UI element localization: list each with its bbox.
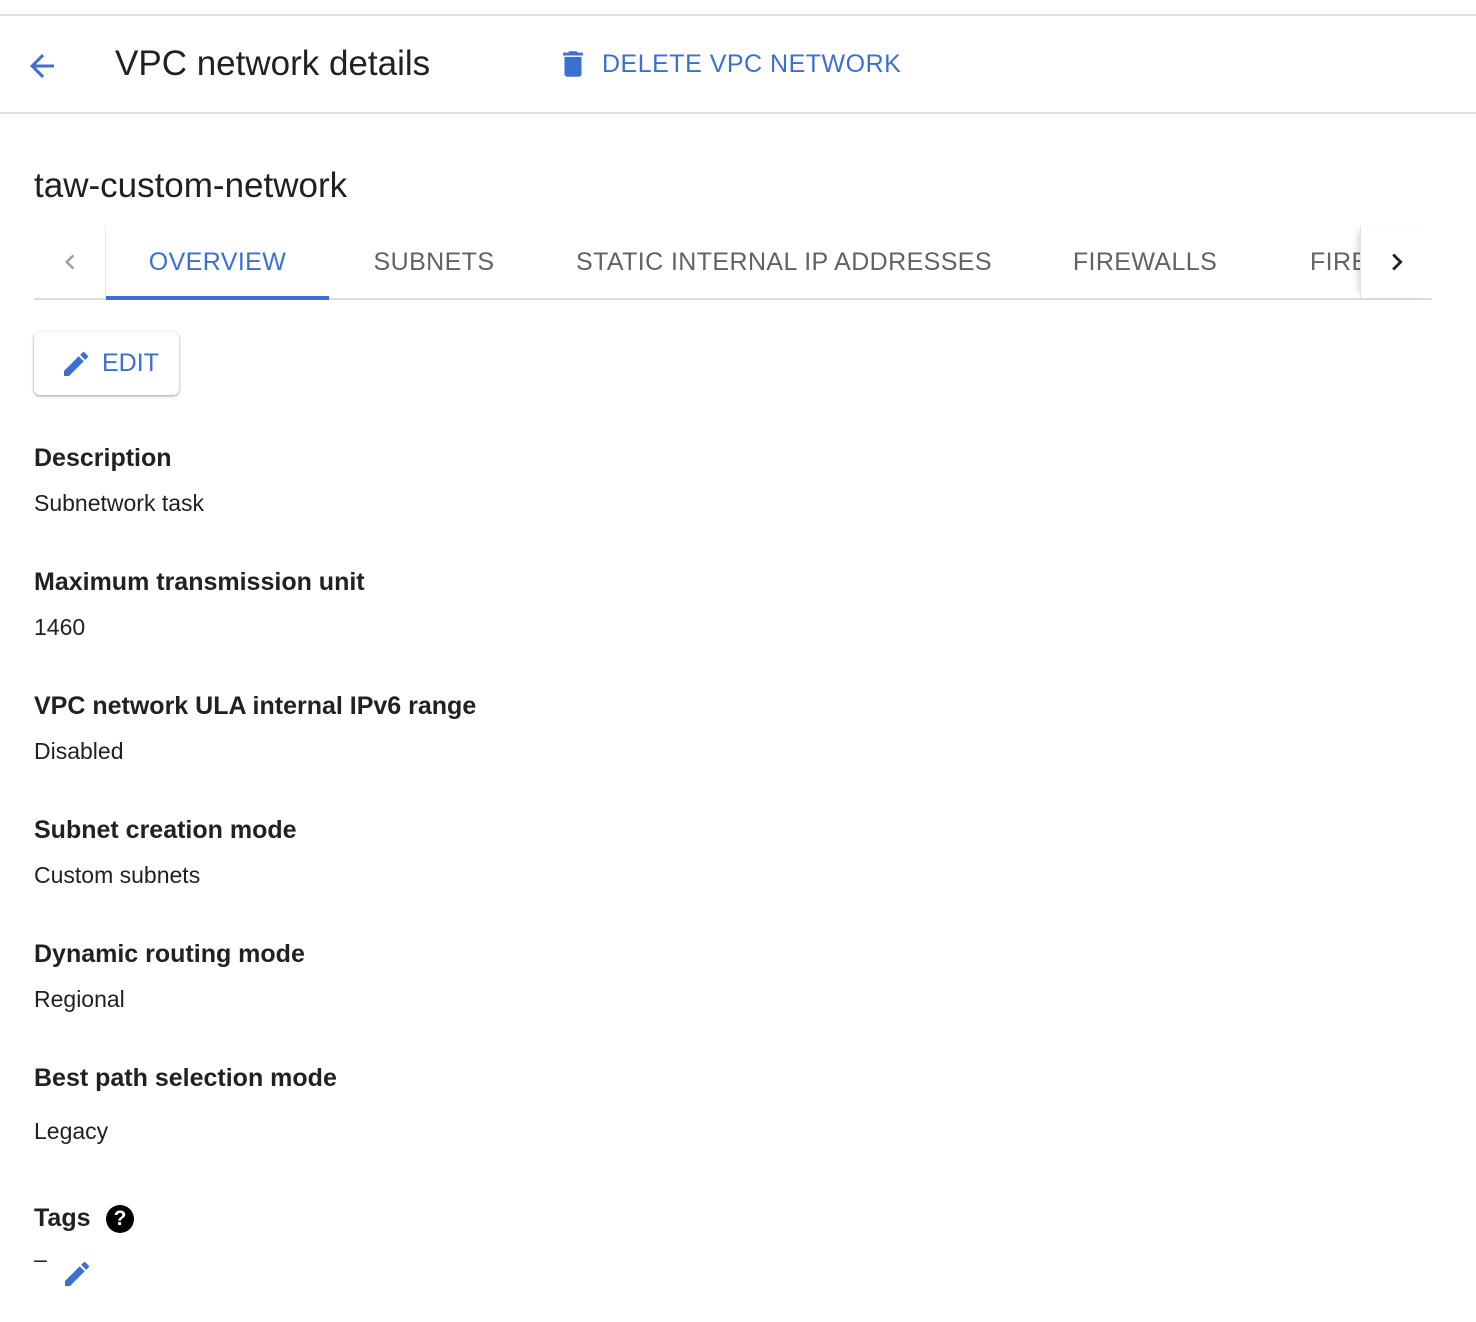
- best-path-selection-mode-label: Best path selection mode: [34, 1064, 337, 1092]
- tab-firewalls[interactable]: FIREWALLS: [1029, 226, 1261, 298]
- subnet-creation-mode-value: Custom subnets: [34, 862, 201, 888]
- tab-scroll-right-button[interactable]: [1360, 226, 1432, 298]
- chevron-right-icon: [1391, 253, 1403, 271]
- tab-static-internal-ip-addresses[interactable]: STATIC INTERNAL IP ADDRESSES: [539, 226, 1029, 298]
- tags-value: –: [34, 1246, 47, 1272]
- best-path-selection-mode-value: Legacy: [34, 1118, 109, 1144]
- delete-vpc-network-button[interactable]: DELETE VPC NETWORK: [556, 44, 901, 84]
- mtu-value: 1460: [34, 614, 86, 640]
- tab-subnets[interactable]: SUBNETS: [329, 226, 539, 298]
- help-icon[interactable]: ?: [106, 1205, 134, 1233]
- subnet-creation-mode-label: Subnet creation mode: [34, 816, 297, 844]
- description-label: Description: [34, 444, 172, 472]
- tab-overview[interactable]: OVERVIEW: [106, 226, 329, 300]
- delete-vpc-network-label: DELETE VPC NETWORK: [602, 49, 902, 78]
- pencil-icon: [64, 351, 89, 376]
- arrow-back-icon: [30, 54, 54, 78]
- page-header: VPC network details DELETE VPC NETWORK: [0, 16, 1476, 114]
- edit-button[interactable]: EDIT: [34, 332, 179, 395]
- page-title: VPC network details: [115, 44, 431, 83]
- mtu-label: Maximum transmission unit: [34, 568, 365, 596]
- ula-ipv6-range-label: VPC network ULA internal IPv6 range: [34, 692, 477, 720]
- tab-bar: OVERVIEW SUBNETS STATIC INTERNAL IP ADDR…: [34, 226, 1432, 300]
- description-value: Subnetwork task: [34, 490, 205, 516]
- pencil-icon: [65, 1261, 90, 1286]
- dynamic-routing-mode-value: Regional: [34, 986, 125, 1012]
- back-button[interactable]: [18, 42, 66, 90]
- tags-label: Tags: [34, 1204, 91, 1232]
- chevron-left-icon: [64, 254, 74, 270]
- tabs-viewport: OVERVIEW SUBNETS STATIC INTERNAL IP ADDR…: [106, 226, 1360, 300]
- dynamic-routing-mode-label: Dynamic routing mode: [34, 940, 305, 968]
- edit-tags-button[interactable]: [60, 1258, 94, 1290]
- tab-firewall-policies[interactable]: FIREWALL: [1261, 226, 1360, 298]
- network-name: taw-custom-network: [34, 166, 348, 205]
- ula-ipv6-range-value: Disabled: [34, 738, 124, 764]
- edit-button-label: EDIT: [102, 349, 159, 377]
- tab-scroll-left-button[interactable]: [34, 226, 106, 298]
- trash-icon: [563, 51, 583, 77]
